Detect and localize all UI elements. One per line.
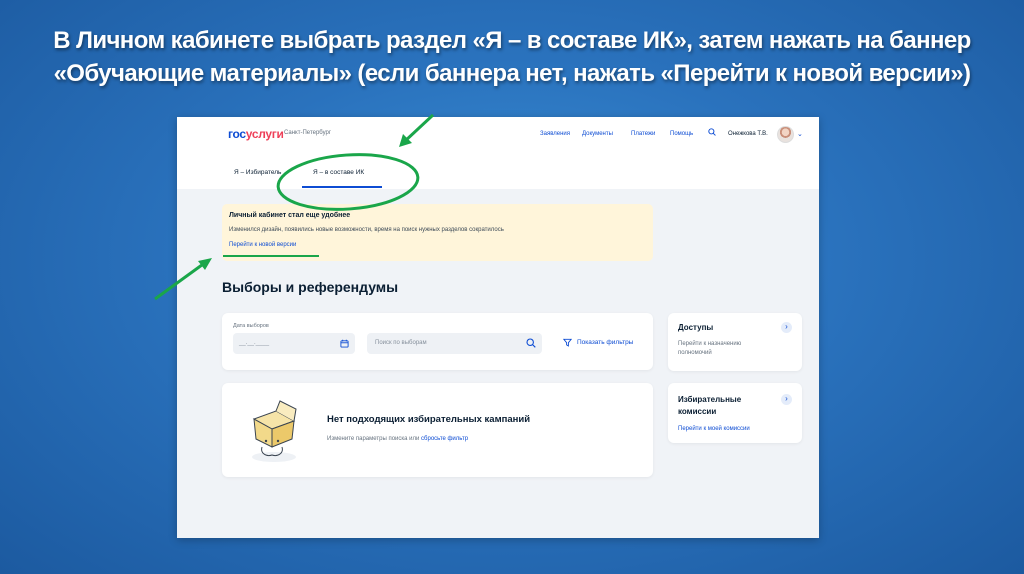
search-placeholder: Поиск по выборам xyxy=(375,340,427,346)
chevron-down-icon[interactable]: ⌄ xyxy=(797,130,803,138)
calendar-icon[interactable] xyxy=(340,339,349,348)
avatar[interactable] xyxy=(777,126,794,143)
empty-state-text: Измените параметры поиска или сбросьте ф… xyxy=(327,436,469,442)
empty-box-illustration xyxy=(252,400,297,462)
gosuslugi-logo[interactable]: госуслуги xyxy=(228,127,284,141)
commissions-card[interactable]: Избирательные комиссии › Перейти к моей … xyxy=(668,383,802,443)
access-title: Доступы xyxy=(678,323,714,332)
screenshot: госуслуги Санкт-Петербург Заявления Доку… xyxy=(177,117,819,538)
slide-title: В Личном кабинете выбрать раздел «Я – в … xyxy=(0,24,1024,90)
commissions-title-line2: комиссии xyxy=(678,407,717,416)
banner-title: Личный кабинет стал еще удобнее xyxy=(229,212,351,219)
search-icon[interactable] xyxy=(708,128,716,136)
search-icon[interactable] xyxy=(526,338,536,348)
access-card[interactable]: Доступы › Перейти к назначению полномочи… xyxy=(668,313,802,371)
tab-voter[interactable]: Я – Избиратель xyxy=(234,169,281,176)
date-label: Дата выборов xyxy=(233,323,269,329)
nav-payments[interactable]: Платежи xyxy=(631,131,655,137)
filters-card: Дата выборов __.__.____ Поиск по выборам… xyxy=(222,313,653,370)
nav-applications[interactable]: Заявления xyxy=(540,131,570,137)
slide-title-line2: «Обучающие материалы» (если баннера нет,… xyxy=(53,60,971,87)
reset-filter-link[interactable]: сбросьте фильтр xyxy=(421,436,468,442)
chevron-right-icon[interactable]: › xyxy=(781,322,792,333)
tabs: Я – Избиратель Я – в составе ИК xyxy=(177,151,819,189)
access-text-line1: Перейти к назначению xyxy=(678,341,742,347)
tab-commission-member[interactable]: Я – в составе ИК xyxy=(313,169,364,176)
nav-documents[interactable]: Документы xyxy=(582,131,613,137)
show-filters-button[interactable]: Показать фильтры xyxy=(577,339,633,346)
slide-title-line1: В Личном кабинете выбрать раздел «Я – в … xyxy=(53,27,971,54)
filter-icon[interactable] xyxy=(563,338,572,347)
my-commission-link[interactable]: Перейти к моей комиссии xyxy=(678,426,750,432)
chevron-right-icon[interactable]: › xyxy=(781,394,792,405)
active-tab-indicator xyxy=(302,186,382,188)
empty-state-heading: Нет подходящих избирательных кампаний xyxy=(327,414,531,425)
region-selector[interactable]: Санкт-Петербург xyxy=(284,130,331,136)
access-text-line2: полномочий xyxy=(678,350,712,356)
empty-state-card: Нет подходящих избирательных кампаний Из… xyxy=(222,383,653,477)
page-title: Выборы и референдумы xyxy=(222,279,399,295)
annotation-underline xyxy=(223,255,319,257)
date-input[interactable]: __.__.____ xyxy=(233,333,355,354)
new-version-banner[interactable]: Личный кабинет стал еще удобнее Изменилс… xyxy=(222,204,653,261)
new-version-link[interactable]: Перейти к новой версии xyxy=(229,242,296,248)
site-header: госуслуги Санкт-Петербург Заявления Доку… xyxy=(177,117,819,152)
elections-search-input[interactable]: Поиск по выборам xyxy=(367,333,542,354)
commissions-title-line1: Избирательные xyxy=(678,395,742,404)
user-name[interactable]: Онежкова Т.В. xyxy=(728,131,768,137)
date-placeholder: __.__.____ xyxy=(239,340,270,346)
nav-help[interactable]: Помощь xyxy=(670,131,693,137)
banner-text: Изменился дизайн, появились новые возмож… xyxy=(229,227,504,233)
